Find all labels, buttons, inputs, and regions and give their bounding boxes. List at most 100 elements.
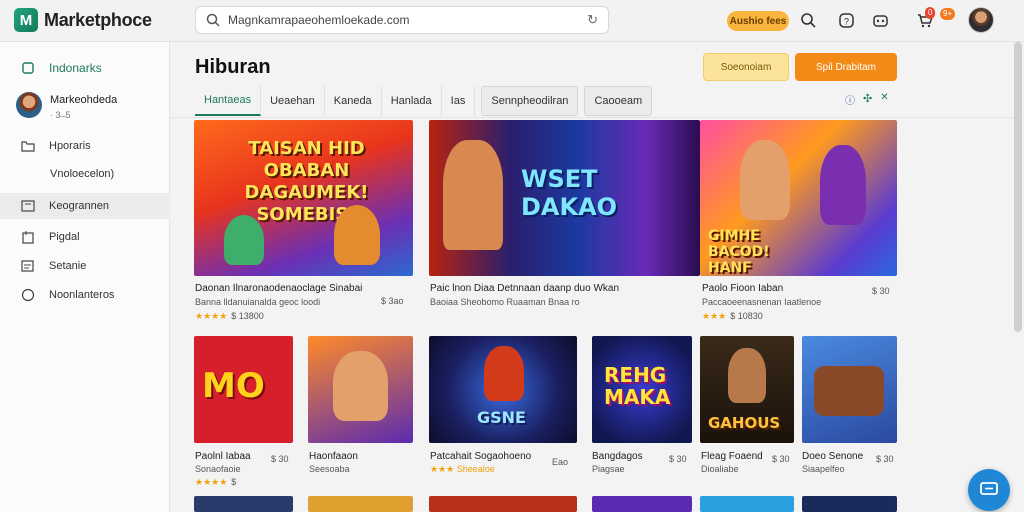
profile-meta: · 3 ̶ 5 [50,110,71,120]
game-card-image[interactable] [194,496,293,512]
sidebar-item-label: Vnoloecelon) [50,168,115,180]
sidebar: Indonarks Markeohdeda · 3 ̶ 5 Hporaris V… [0,42,170,512]
card-title[interactable]: Fleag Foaend [701,451,763,462]
card-subtitle: Siaapelfeo [802,464,845,474]
refresh-icon[interactable]: ↻ [587,12,598,28]
game-card-image[interactable] [700,496,794,512]
game-art-text: GSNE [477,408,526,427]
search-bar[interactable]: ↻ [195,6,609,34]
chat-icon [980,482,998,495]
card-subtitle: Paccaoeenasnenan Iaatlenoe [702,297,822,307]
rating-count: $ 13800 [231,311,264,321]
tab-2[interactable]: Kaneda [325,86,382,116]
view-options: ⓘ ✣ ✕ [845,92,889,107]
game-card-image[interactable] [308,336,413,443]
game-card-image[interactable]: GAHOUS [700,336,794,443]
tab-0[interactable]: Hantaeas [195,86,262,116]
cart-badge: 0 [925,7,936,19]
chat-button[interactable] [968,469,1010,511]
rating-stars: ★★★ $ 10830 [702,311,763,321]
search-icon[interactable] [798,10,818,30]
sidebar-item-label: Hporaris [49,140,91,152]
game-card-image[interactable]: REHG MAKA [592,336,692,443]
tab-3[interactable]: Hanlada [382,86,442,116]
game-card-image[interactable] [429,496,577,512]
sidebar-item-label: Setanie [49,260,87,272]
card-title[interactable]: Patcahait Sogaohoeno [430,451,531,462]
logo-icon: M [14,8,38,32]
card-title[interactable]: Paolo Fioon Iaban [702,283,783,294]
tab-5[interactable]: Sennpheodilran [481,86,579,116]
avatar [16,92,42,118]
featured-card-image[interactable]: TAISAN HID OBABAN DAGAUMEK! SOMEBIS! [194,120,413,276]
user-avatar[interactable] [968,7,994,33]
sidebar-item-label: Noonlanteros [49,289,115,301]
rating-stars: ★★★★ $ [195,477,237,487]
logo-text: Marketphoce [44,9,152,30]
featured-card-image[interactable]: GIMHE BACOD! HANF [700,120,897,276]
game-card-image[interactable] [592,496,692,512]
scrollbar[interactable] [1014,42,1022,332]
card-subtitle: Seesoaba [309,464,350,474]
help-icon[interactable]: ? [836,10,856,30]
list-icon [20,259,35,274]
rating-stars: ★★★★ $ 13800 [195,311,264,321]
tab-4[interactable]: Ias [442,86,476,116]
featured-card-image[interactable]: WSET DAKAO [429,120,700,276]
card-price: $ 30 [876,454,894,464]
card-title[interactable]: Haonfaaon [309,451,358,462]
sidebar-item-folder[interactable]: Hporaris [0,133,170,159]
sidebar-item-media[interactable]: Keogrannen [0,193,170,219]
bookmark-icon [20,61,35,76]
promo-pill[interactable]: Aushio fees [727,11,789,31]
game-card-image[interactable] [308,496,413,512]
top-bar: M Marketphoce ↻ Aushio fees ? 0 9+ [0,0,1024,42]
card-subtitle: Dioaliabe [701,464,739,474]
notification-icon[interactable]: 9+ [940,8,960,30]
card-subtitle: Banna lldanuianalda geoc loodi [195,297,321,307]
sidebar-item-label: Indonarks [49,61,102,75]
tab-6[interactable]: Caooeam [584,86,653,116]
game-card-image[interactable] [802,336,897,443]
game-card-image[interactable]: MO [194,336,293,443]
game-art-text: REHG MAKA [604,363,671,409]
card-subtitle: ★★★ Sheealoe [430,464,495,474]
tab-1[interactable]: Ueaehan [261,86,325,116]
folder-icon [20,139,35,154]
primary-button[interactable]: Spil Drabitam [795,53,897,81]
sidebar-item-list[interactable]: Setanie [0,253,170,279]
card-title[interactable]: Daonan Ilnaronaodenaoclage Sinabai [195,283,362,294]
search-icon [206,13,220,27]
sidebar-item-label: Pigdal [49,231,80,243]
sidebar-item-bookmarks[interactable]: Indonarks [0,55,170,81]
card-title[interactable]: Paic lnon Diaa Detnnaan daanp duo Wkan [430,283,619,294]
grid-icon[interactable]: ✣ [863,92,872,107]
cart-icon[interactable]: 0 [914,7,936,30]
info-icon[interactable]: ⓘ [845,92,855,107]
sidebar-subitem[interactable]: Vnoloecelon) [0,161,170,187]
search-input[interactable] [228,13,588,27]
notification-badge: 9+ [940,8,956,20]
image-icon [20,199,35,214]
bot-icon[interactable] [870,10,890,30]
card-price: $ 30 [772,454,790,464]
game-card-image[interactable]: GSNE [429,336,577,443]
close-icon[interactable]: ✕ [880,92,888,107]
card-price: $ 30 [872,286,890,296]
category-tabs: Hantaeas Ueaehan Kaneda Hanlada Ias Senn… [195,86,653,116]
secondary-button[interactable]: Soeonoiam [703,53,789,81]
svg-text:?: ? [843,16,848,26]
featured-art-text: TAISAN HID OBABAN DAGAUMEK! SOMEBIS! [244,138,369,225]
rating-count: $ 10830 [730,311,763,321]
sidebar-item-help[interactable]: Noonlanteros [0,282,170,308]
card-subtitle: Sonaofaoie [195,464,241,474]
logo[interactable]: M Marketphoce [14,8,152,32]
sidebar-item-label: Keogrannen [49,200,109,212]
game-card-image[interactable] [802,496,897,512]
profile-block[interactable]: Markeohdeda · 3 ̶ 5 [16,92,117,120]
card-title[interactable]: Paolnl Iabaa [195,451,251,462]
sidebar-item-tag[interactable]: Pigdal [0,224,170,250]
card-title[interactable]: Bangdagos [592,451,643,462]
card-title[interactable]: Doeo Senone [802,451,863,462]
featured-art-text: WSET DAKAO [521,165,618,221]
